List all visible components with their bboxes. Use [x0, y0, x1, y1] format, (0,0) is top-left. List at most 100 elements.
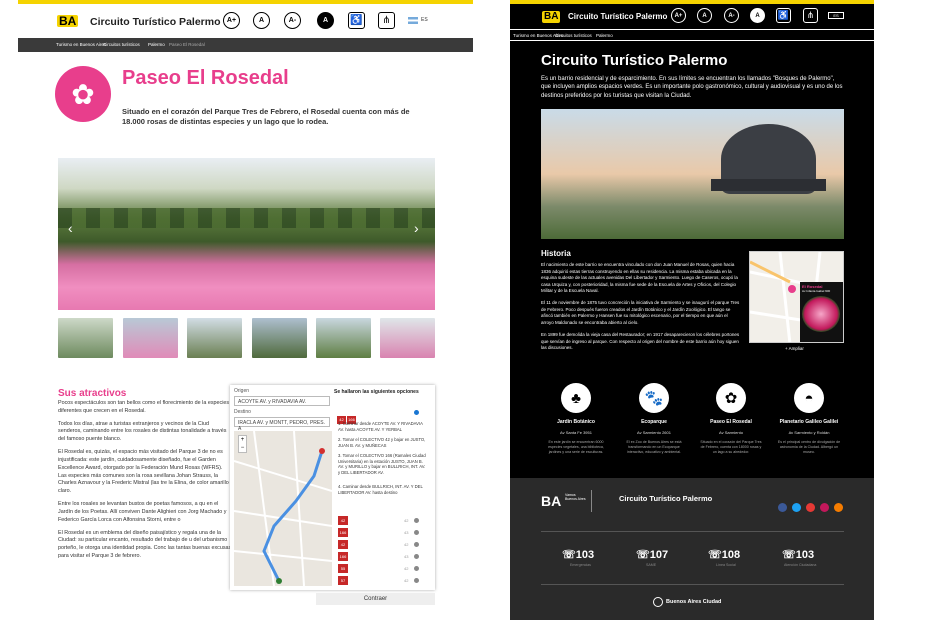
twitter-icon[interactable]: [792, 503, 801, 512]
tree-icon[interactable]: ♣: [561, 383, 591, 413]
phone-number: 107: [649, 549, 669, 561]
font-normal-button[interactable]: A: [253, 12, 270, 29]
route-option-count: 43: [404, 554, 409, 559]
route-option-radio[interactable]: [414, 566, 419, 571]
route-option-count: 42: [404, 518, 409, 523]
route-option-badge[interactable]: 166: [338, 552, 348, 561]
gallery-thumbnail[interactable]: [123, 318, 178, 358]
contrast-button[interactable]: A: [750, 8, 765, 23]
route-option-count: 43: [404, 530, 409, 535]
route-option-radio[interactable]: [414, 518, 419, 523]
font-increase-button[interactable]: A+: [671, 8, 686, 23]
gallery-thumbnail[interactable]: [316, 318, 371, 358]
place-name[interactable]: Jardín Botánico: [541, 419, 611, 425]
site-title[interactable]: Circuito Turístico Palermo: [568, 12, 667, 21]
footer-divider: [591, 490, 592, 512]
font-increase-button[interactable]: A+: [223, 12, 240, 29]
ba-logo[interactable]: BA: [542, 11, 561, 23]
citizen-phone[interactable]: ☏103: [782, 548, 814, 561]
right-screenshot-high-contrast: BA Circuito Turístico Palermo A+ A A- A …: [510, 0, 874, 620]
origin-label: Origen: [234, 388, 250, 394]
paw-icon[interactable]: 🐾: [639, 383, 669, 413]
route-option-badge[interactable]: 42: [338, 540, 348, 549]
city-name: Buenos Aires Ciudad: [666, 599, 722, 605]
sitemap-icon[interactable]: ⋔: [378, 12, 395, 29]
route-option-radio[interactable]: [414, 530, 419, 535]
chevron-left-icon[interactable]: ‹: [68, 220, 73, 236]
footer-divider: [541, 531, 844, 532]
language-selector[interactable]: ES: [421, 17, 428, 23]
phone-label: Emergencias: [570, 563, 591, 567]
history-title: Historia: [541, 249, 571, 258]
breadcrumb-item[interactable]: Circuitos turísticos: [103, 42, 140, 47]
results-title: Se hallaron las siguientes opciones: [334, 389, 419, 395]
breadcrumb-current: Paseo El Rosedal: [169, 42, 205, 47]
zoom-control[interactable]: + −: [238, 435, 247, 453]
destination-label: Destino: [234, 409, 251, 415]
gallery-thumbnail[interactable]: [187, 318, 242, 358]
breadcrumb-item[interactable]: Circuitos turísticos: [555, 33, 592, 38]
route-option-badge[interactable]: 166: [338, 528, 348, 537]
route-option-radio[interactable]: [414, 554, 419, 559]
breadcrumb-item[interactable]: Palermo: [148, 42, 165, 47]
paragraph: Entre los rosales se levantan bustos de …: [58, 501, 227, 523]
origin-input[interactable]: ACOYTE AV. y RIVADAVIA AV.: [234, 396, 330, 406]
place-address: Av Sarmiento: [719, 430, 743, 435]
font-normal-button[interactable]: A: [697, 8, 712, 23]
place-description: Situado en el corazón del Parque Tres de…: [700, 440, 762, 455]
argentina-flag-icon[interactable]: [408, 17, 418, 24]
route-step: 3. Tomar el COLECTIVO 166 (Ramales Ciuda…: [338, 453, 426, 476]
footer-divider: [541, 584, 844, 585]
route-option-badge[interactable]: 42: [338, 516, 348, 525]
rss-icon[interactable]: [834, 503, 843, 512]
route-option-radio[interactable]: [414, 542, 419, 547]
footer-ba-logo[interactable]: BA: [541, 493, 561, 509]
sitemap-icon[interactable]: ⋔: [803, 8, 818, 23]
gallery-thumbnail[interactable]: [252, 318, 307, 358]
place-address: Av Sarmiento y Roldán: [788, 430, 830, 435]
top-yellow-bar: [18, 0, 473, 4]
ba-logo[interactable]: BA: [57, 15, 79, 27]
place-name[interactable]: Ecoparque: [619, 419, 689, 425]
contrast-button[interactable]: A: [317, 12, 334, 29]
chevron-right-icon[interactable]: ›: [414, 220, 419, 236]
rosedal-photo-carousel: ‹ ›: [58, 158, 435, 310]
route-option-badge[interactable]: 57: [338, 576, 348, 585]
youtube-icon[interactable]: [806, 503, 815, 512]
facebook-icon[interactable]: [778, 503, 787, 512]
font-decrease-button[interactable]: A-: [284, 12, 301, 29]
same-phone[interactable]: ☏107: [636, 548, 668, 561]
route-option-badge[interactable]: 55: [338, 564, 348, 573]
rose-icon: ✿: [55, 66, 111, 122]
footer-title: Circuito Turístico Palermo: [619, 494, 713, 503]
location-map-card[interactable]: El Rosedal Av Infanta Isabel 900: [749, 251, 844, 343]
gallery-thumbnail[interactable]: [58, 318, 113, 358]
phone-number: 103: [575, 549, 595, 561]
collapse-button[interactable]: Contraer: [316, 593, 435, 605]
place-address: Av Sarmiento 2601: [637, 430, 671, 435]
place-name[interactable]: Planetario Galileo Galilei: [774, 419, 844, 425]
attractions-text: Pocos espectáculos son tan bellos como e…: [58, 400, 232, 580]
accessibility-icon[interactable]: ♿: [348, 12, 365, 29]
social-phone[interactable]: ☏108: [708, 548, 740, 561]
route-option-radio[interactable]: [414, 578, 419, 583]
history-paragraph: En 1899 fue demolida la vieja casa del R…: [541, 332, 740, 351]
place-name[interactable]: Paseo El Rosedal: [696, 419, 766, 425]
page-title: Circuito Turístico Palermo: [541, 52, 728, 69]
destination-input[interactable]: IRACLA AV. y MONTT, PEDRO, PRES. A: [234, 417, 330, 432]
flickr-icon[interactable]: [820, 503, 829, 512]
route-map[interactable]: + −: [234, 431, 332, 586]
intro-text: Situado en el corazón del Parque Tres de…: [122, 107, 410, 127]
rose-icon[interactable]: ✿: [716, 383, 746, 413]
language-selector[interactable]: ES: [828, 12, 844, 19]
planetarium-icon[interactable]: ◓: [794, 383, 824, 413]
breadcrumb-item[interactable]: Turismo en Buenos Aires: [56, 42, 106, 47]
font-decrease-button[interactable]: A-: [724, 8, 739, 23]
route-step: 4. Caminar desde BULLRICH, INT. AV. Y DE…: [338, 484, 423, 495]
expand-map-link[interactable]: + Ampliar: [785, 346, 804, 351]
gallery-thumbnail[interactable]: [380, 318, 435, 358]
selected-radio[interactable]: [414, 410, 419, 415]
accessibility-icon[interactable]: ♿: [776, 8, 791, 23]
emergency-phone[interactable]: ☏103: [562, 548, 594, 561]
site-title[interactable]: Circuito Turístico Palermo: [90, 16, 221, 28]
